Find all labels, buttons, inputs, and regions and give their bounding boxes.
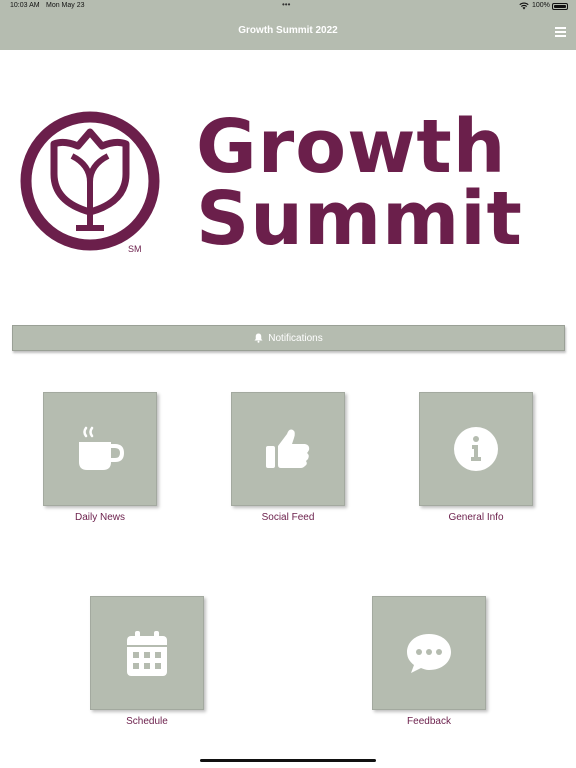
status-time: 10:03 AM (10, 2, 40, 9)
notifications-button[interactable]: Notifications (12, 325, 565, 351)
home-indicator[interactable] (200, 759, 376, 762)
tile-social-feed[interactable] (231, 392, 345, 506)
hamburger-menu-icon[interactable] (555, 27, 566, 37)
service-mark: SM (128, 244, 142, 254)
tile-label-social-feed: Social Feed (261, 512, 315, 523)
info-icon (454, 427, 498, 471)
tile-label-schedule: Schedule (126, 716, 168, 727)
battery-percentage: 100% (532, 2, 550, 9)
logo-title-line1: Growth (196, 104, 507, 190)
wifi-icon (519, 2, 529, 10)
tile-label-daily-news: Daily News (74, 512, 125, 523)
battery-icon (552, 3, 568, 10)
notifications-label: Notifications (268, 332, 323, 344)
multitasking-dots[interactable]: ••• (282, 0, 290, 9)
top-bar: 10:03 AM Mon May 23 ••• 100% Growth Summ… (0, 0, 576, 50)
logo-title-line2: Summit (196, 176, 523, 262)
page-title: Growth Summit 2022 (238, 25, 338, 36)
tile-general-info[interactable] (419, 392, 533, 506)
tile-label-feedback: Feedback (407, 716, 451, 727)
tile-feedback[interactable] (372, 596, 486, 710)
thumbs-up-icon (266, 429, 310, 468)
tile-label-general-info: General Info (448, 512, 504, 523)
tulip-logo-icon (20, 111, 160, 251)
bell-icon (254, 333, 263, 343)
chat-bubble-icon (407, 634, 451, 673)
status-date: Mon May 23 (46, 2, 85, 9)
calendar-icon (127, 631, 167, 676)
coffee-cup-icon (79, 426, 125, 470)
tile-schedule[interactable] (90, 596, 204, 710)
tile-daily-news[interactable] (43, 392, 157, 506)
